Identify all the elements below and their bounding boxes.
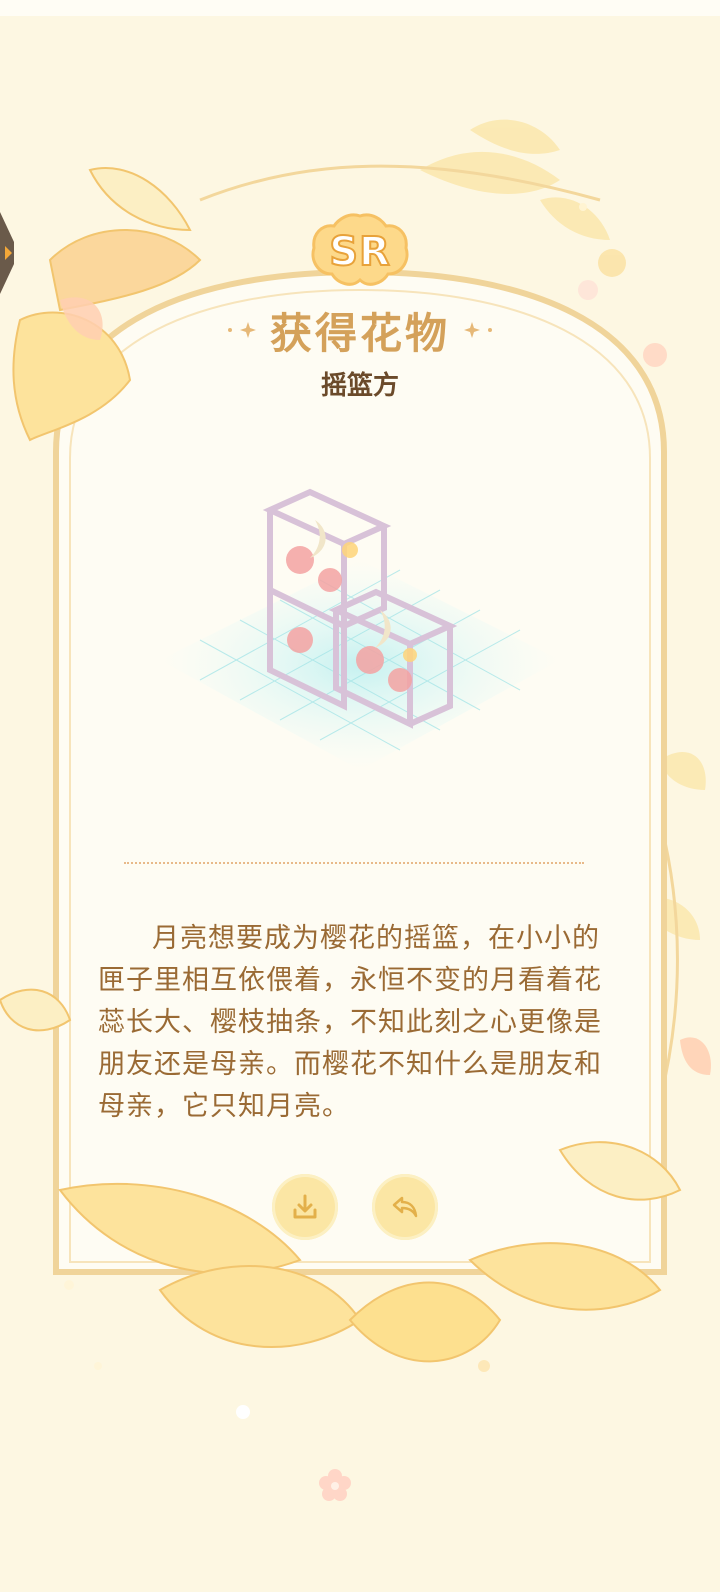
sparkle-left-icon: [227, 322, 256, 338]
item-artwork: [160, 488, 560, 770]
item-name: 摇篮方: [320, 371, 399, 401]
download-button[interactable]: [272, 1174, 338, 1240]
download-icon: [293, 1194, 317, 1219]
item-description: 月亮想要成为樱花的摇篮，在小小的匣子里相互依偎着，永恒不变的月看着花蕊长大、樱枝…: [98, 923, 602, 1122]
title-row: 获得花物: [200, 300, 520, 360]
side-expand-tab[interactable]: [0, 212, 22, 294]
divider-line: [124, 862, 584, 864]
reward-popup-screen: SR 获得花物 摇篮方 月亮想要成为樱花的摇篮，在小小的匣子里相互依偎着，永恒不…: [0, 0, 720, 1592]
sparkle-right-icon: [464, 322, 492, 338]
page-title: 获得花物: [269, 308, 450, 358]
flower-icon: [319, 1469, 351, 1501]
rarity-label: SR: [328, 228, 391, 276]
share-button[interactable]: [372, 1174, 438, 1240]
share-icon: [392, 1196, 418, 1218]
